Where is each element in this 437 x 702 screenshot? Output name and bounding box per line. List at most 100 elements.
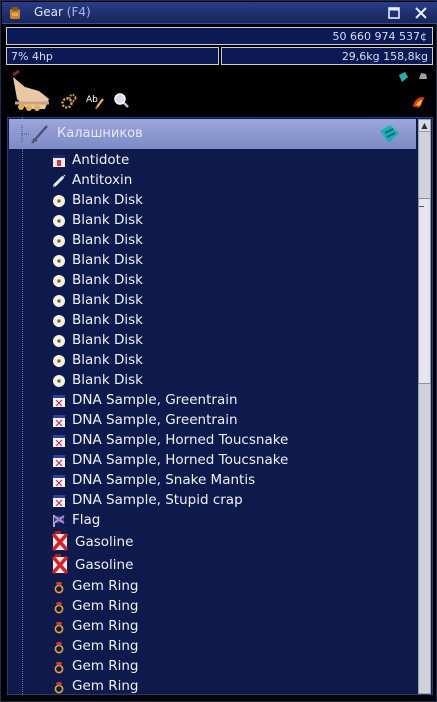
window-title: Gear (F4) (34, 5, 91, 19)
item-label: Blank Disk (72, 372, 143, 388)
disk-icon (52, 373, 66, 387)
list-item[interactable]: Antidote (8, 150, 416, 170)
rifle-icon (31, 125, 48, 144)
maximize-icon[interactable] (386, 5, 402, 21)
item-label: Blank Disk (72, 292, 143, 308)
disk-icon (52, 193, 66, 207)
dna-sample-icon (52, 393, 66, 407)
dna-sample-icon (52, 433, 66, 447)
list-item[interactable]: Gasoline (8, 553, 416, 576)
antidote-icon (52, 153, 66, 167)
list-item[interactable]: Blank Disk (8, 210, 416, 230)
gem-ring-icon (52, 639, 66, 654)
disk-icon (52, 213, 66, 227)
list-item[interactable]: Blank Disk (8, 190, 416, 210)
item-label: Gasoline (75, 557, 134, 573)
scroll-up-icon[interactable]: ▲ (418, 119, 431, 132)
item-label: DNA Sample, Stupid crap (72, 492, 243, 508)
disk-icon (52, 293, 66, 307)
list-item[interactable]: Gem Ring (8, 596, 416, 616)
syringe-icon (52, 173, 66, 188)
hand-icon[interactable] (9, 69, 53, 113)
item-label: Blank Disk (72, 272, 143, 288)
stone-icon[interactable] (417, 71, 428, 82)
item-label: DNA Sample, Snake Mantis (72, 472, 256, 488)
list-item[interactable]: DNA Sample, Snake Mantis (8, 470, 416, 490)
money-display: 50 660 974 537¢ (6, 27, 433, 45)
list-item[interactable]: Blank Disk (8, 310, 416, 330)
item-label: Blank Disk (72, 252, 143, 268)
list-item[interactable]: Gem Ring (8, 636, 416, 656)
scrollbar[interactable]: ▲ (416, 118, 432, 694)
group-row-kalashnikov[interactable]: Калашников (9, 119, 416, 149)
gears-icon[interactable] (61, 93, 77, 109)
item-label: Antitoxin (72, 172, 133, 188)
group-label: Калашников (57, 126, 143, 141)
item-label: Gem Ring (72, 578, 139, 594)
fire-icon[interactable] (411, 94, 427, 110)
tree-expander[interactable] (16, 125, 29, 143)
backpack-icon (10, 7, 20, 19)
disk-icon (52, 253, 66, 267)
list-item[interactable]: Gem Ring (8, 616, 416, 636)
teal-gem-icon[interactable] (397, 71, 409, 83)
svg-text:Ab: Ab (86, 95, 98, 105)
item-label: Gasoline (75, 534, 134, 550)
item-label: Gem Ring (72, 658, 139, 674)
item-label: DNA Sample, Horned Toucsnake (72, 432, 289, 448)
magnifier-icon[interactable] (113, 92, 129, 108)
disk-icon (52, 313, 66, 327)
gem-ring-icon (52, 599, 66, 614)
item-label: Antidote (72, 152, 130, 168)
list-item[interactable]: Blank Disk (8, 370, 416, 390)
item-label: Flag (72, 512, 101, 528)
list-item[interactable]: Gasoline (8, 530, 416, 553)
item-label: Blank Disk (72, 312, 143, 328)
item-label: Blank Disk (72, 192, 143, 208)
list-item[interactable]: Blank Disk (8, 230, 416, 250)
item-label: Blank Disk (72, 212, 143, 228)
list-item[interactable]: DNA Sample, Horned Toucsnake (8, 450, 416, 470)
item-label: Gem Ring (72, 618, 139, 634)
list-item[interactable]: Gem Ring (8, 656, 416, 676)
item-label: DNA Sample, Greentrain (72, 392, 238, 408)
title-bar[interactable]: Gear (F4) (2, 2, 437, 24)
gear-window: Gear (F4) 50 660 974 537¢ 7% 4hp 29,6kg … (0, 0, 437, 702)
toolbar: Ab (1, 67, 437, 115)
item-label: Blank Disk (72, 352, 143, 368)
list-item[interactable]: Blank Disk (8, 250, 416, 270)
disk-icon (52, 353, 66, 367)
item-label: DNA Sample, Greentrain (72, 412, 238, 428)
list-item[interactable]: DNA Sample, Horned Toucsnake (8, 430, 416, 450)
weight-status: 29,6kg 158,8kg (221, 47, 433, 65)
item-label: Gem Ring (72, 598, 139, 614)
list-item[interactable]: DNA Sample, Stupid crap (8, 490, 416, 510)
list-item[interactable]: Gem Ring (8, 576, 416, 596)
list-item[interactable]: DNA Sample, Greentrain (8, 390, 416, 410)
item-label: Gem Ring (72, 638, 139, 654)
close-icon[interactable] (413, 5, 429, 21)
list-item[interactable]: Gem Ring (8, 676, 416, 694)
dna-sample-icon (52, 473, 66, 487)
dna-sample-icon (52, 493, 66, 507)
disk-icon (52, 233, 66, 247)
rename-icon[interactable]: Ab (86, 91, 104, 109)
dna-sample-icon (52, 413, 66, 427)
scrollbar-thumb[interactable] (418, 198, 431, 384)
flag-icon (52, 513, 66, 527)
gem-ring-icon (52, 619, 66, 634)
inventory-list[interactable]: Калашников Antidote Antitoxin Blank Disk Bl… (7, 117, 433, 695)
disk-icon (52, 333, 66, 347)
teal-gem-icon (380, 125, 399, 143)
list-item[interactable]: Antitoxin (8, 170, 416, 190)
list-item[interactable]: Blank Disk (8, 290, 416, 310)
list-item[interactable]: Blank Disk (8, 270, 416, 290)
dna-sample-icon (52, 453, 66, 467)
list-item[interactable]: Flag (8, 510, 416, 530)
list-item[interactable]: DNA Sample, Greentrain (8, 410, 416, 430)
list-item[interactable]: Blank Disk (8, 330, 416, 350)
scrollbar-grip (419, 206, 424, 207)
list-item[interactable]: Blank Disk (8, 350, 416, 370)
gas-can-icon (51, 531, 69, 552)
disk-icon (52, 273, 66, 287)
